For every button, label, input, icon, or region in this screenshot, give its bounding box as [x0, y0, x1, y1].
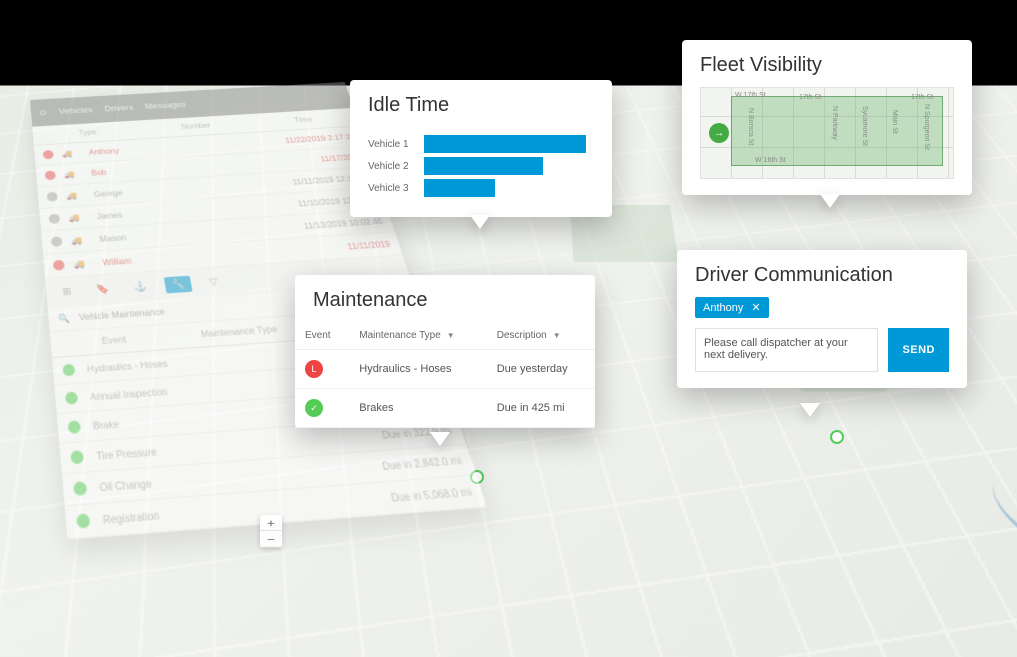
chart-bar: Vehicle 1	[368, 135, 594, 153]
fleet-visibility-title: Fleet Visibility	[682, 40, 972, 87]
street-label: N Spurgeon St	[923, 104, 930, 150]
street-label: W 16th St	[755, 157, 786, 164]
maintenance-title: Maintenance	[295, 275, 595, 322]
maintenance-type-cell: Brakes	[349, 389, 486, 428]
bar-label: Vehicle 1	[368, 139, 416, 150]
card-pointer	[470, 215, 490, 229]
fleet-visibility-card: Fleet Visibility → W 17th St 17th St 17t…	[682, 40, 972, 195]
idle-time-card: Idle Time Vehicle 1 Vehicle 2 Vehicle 3	[350, 80, 612, 217]
arrow-right-icon: →	[714, 127, 725, 139]
chart-bar: Vehicle 3	[368, 179, 594, 197]
message-input[interactable]: Please call dispatcher at your next deli…	[695, 328, 878, 372]
card-pointer	[800, 403, 820, 417]
col-event[interactable]: Event	[295, 322, 349, 350]
table-row[interactable]: L Hydraulics - Hoses Due yesterday	[295, 350, 595, 389]
chart-bar: Vehicle 2	[368, 157, 594, 175]
recipient-chip[interactable]: Anthony ✕	[695, 297, 769, 318]
maintenance-card: Maintenance Event Maintenance Type▼ Desc…	[295, 275, 595, 428]
card-pointer	[820, 194, 840, 208]
street-label: W 17th St	[735, 92, 766, 99]
maintenance-type-cell: Hydraulics - Hoses	[349, 350, 486, 389]
status-badge: ✓	[305, 399, 323, 417]
street-label: 17th St	[911, 94, 933, 101]
idle-time-chart: Vehicle 1 Vehicle 2 Vehicle 3	[350, 127, 612, 217]
chevron-down-icon: ▼	[447, 331, 455, 340]
driver-communication-card: Driver Communication Anthony ✕ Please ca…	[677, 250, 967, 388]
street-label: 17th St	[799, 94, 821, 101]
bar-label: Vehicle 2	[368, 161, 416, 172]
fleet-mini-map[interactable]: → W 17th St 17th St 17th St W 16th St N …	[700, 87, 954, 179]
maintenance-table: Event Maintenance Type▼ Description▼ L H…	[295, 322, 595, 428]
card-pointer	[430, 432, 450, 446]
bar-label: Vehicle 3	[368, 183, 416, 194]
send-button[interactable]: SEND	[888, 328, 949, 372]
zoom-out-button[interactable]: −	[260, 531, 282, 548]
description-cell: Due in 425 mi	[487, 389, 595, 428]
go-button[interactable]: →	[709, 123, 729, 143]
street-label: N Parkway	[831, 106, 838, 140]
status-badge: L	[305, 360, 323, 378]
col-maintenance-type[interactable]: Maintenance Type▼	[349, 322, 486, 350]
col-description[interactable]: Description▼	[487, 322, 595, 350]
recipient-name: Anthony	[703, 302, 743, 314]
map-pin[interactable]	[830, 430, 844, 444]
zoom-control: + −	[260, 515, 282, 548]
chevron-down-icon: ▼	[553, 331, 561, 340]
close-icon[interactable]: ✕	[751, 301, 760, 314]
street-label: N Bursca St	[747, 108, 754, 145]
description-cell: Due yesterday	[487, 350, 595, 389]
street-label: Main St	[891, 110, 898, 134]
zoom-in-button[interactable]: +	[260, 515, 282, 531]
table-row[interactable]: ✓ Brakes Due in 425 mi	[295, 389, 595, 428]
driver-communication-title: Driver Communication	[677, 250, 967, 297]
street-label: Sycamore St	[861, 106, 868, 146]
idle-time-title: Idle Time	[350, 80, 612, 127]
